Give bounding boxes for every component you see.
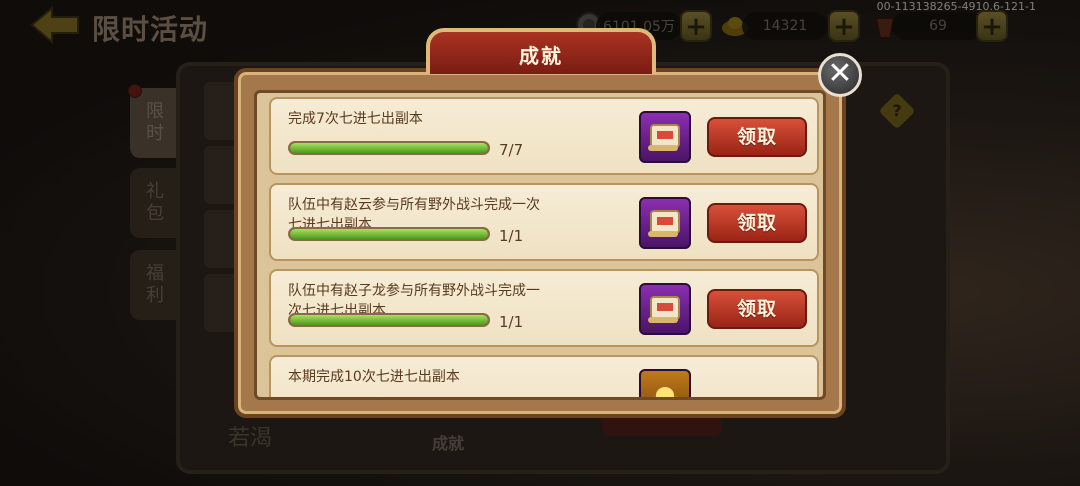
list-item: 本期完成10次七进七出副本: [269, 355, 819, 397]
achievement-dialog: 完成7次七进七出副本 7/7 领取 队伍中有赵云参与所有野外战斗完成一次七进七出…: [234, 68, 846, 418]
task-title: 本期完成10次七进七出副本: [288, 369, 460, 385]
progress-bar: [288, 227, 490, 241]
task-title: 完成7次七进七出副本: [288, 111, 423, 127]
list-item: 队伍中有赵子龙参与所有野外战斗完成一次七进七出副本 1/1 领取: [269, 269, 819, 347]
progress-text: 1/1: [499, 227, 524, 245]
task-list: 完成7次七进七出副本 7/7 领取 队伍中有赵云参与所有野外战斗完成一次七进七出…: [254, 90, 826, 400]
progress-text: 1/1: [499, 313, 524, 331]
list-item: 完成7次七进七出副本 7/7 领取: [269, 97, 819, 175]
dialog-title: 成就: [519, 44, 563, 68]
progress-text: 7/7: [499, 141, 524, 159]
progress-bar: [288, 141, 490, 155]
close-button[interactable]: ✕: [818, 53, 862, 97]
claim-button[interactable]: 领取: [707, 117, 807, 157]
claim-button[interactable]: 领取: [707, 289, 807, 329]
title-scroll-icon[interactable]: [639, 197, 691, 249]
progress-bar: [288, 313, 490, 327]
title-scroll-icon[interactable]: [639, 283, 691, 335]
list-item: 队伍中有赵云参与所有野外战斗完成一次七进七出副本 1/1 领取: [269, 183, 819, 261]
claim-button[interactable]: 领取: [707, 203, 807, 243]
title-scroll-icon[interactable]: [639, 111, 691, 163]
gold-ingot-icon[interactable]: [639, 369, 691, 397]
dialog-title-tab: 成就: [426, 28, 656, 74]
